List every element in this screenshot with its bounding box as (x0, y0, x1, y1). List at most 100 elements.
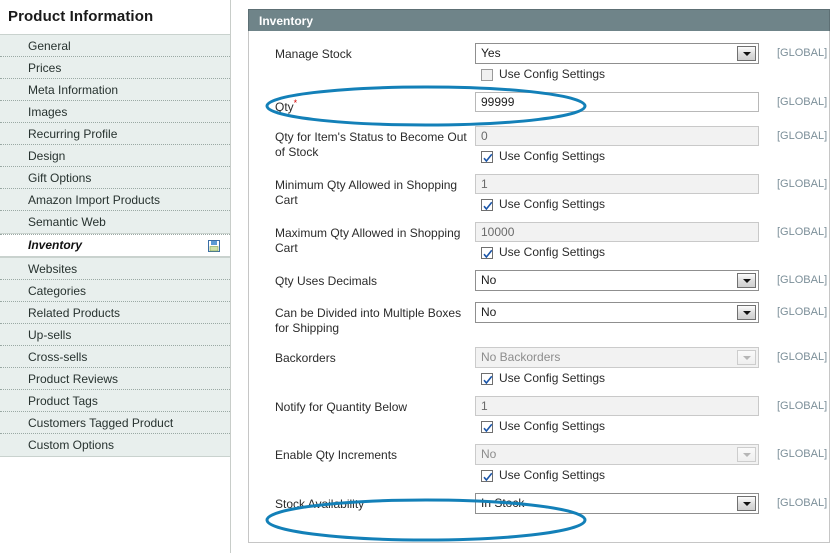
product-information-sidebar: Product Information General Prices Meta In… (0, 0, 231, 553)
field-label: Notify for Quantity Below (275, 396, 475, 415)
field-scope-label: [GLOBAL] (777, 226, 828, 238)
sidebar-item-label: Related Products (28, 306, 121, 320)
field-label-text: Can be Divided into Multiple Boxes for S… (275, 306, 462, 335)
use-config-settings-row[interactable]: Use Config Settings (475, 372, 761, 385)
sidebar-item-meta-information[interactable]: Meta Information (0, 79, 230, 101)
required-marker: * (293, 98, 298, 108)
sidebar-item-prices[interactable]: Prices (0, 57, 230, 79)
sidebar-item-recurring-profile[interactable]: Recurring Profile (0, 123, 230, 145)
field-control: No (475, 270, 761, 291)
sidebar-item-label: Customers Tagged Product (28, 416, 174, 430)
checkbox-use-config-settings[interactable] (481, 150, 493, 163)
checkbox-use-config-settings[interactable] (481, 469, 493, 482)
sidebar-item-custom-options[interactable]: Custom Options (0, 434, 230, 456)
sidebar-item-inventory[interactable]: Inventory (0, 234, 230, 257)
sidebar-item-product-reviews[interactable]: Product Reviews (0, 368, 230, 390)
field-control: Use Config Settings (475, 126, 761, 163)
field-control: No Use Config Settings (475, 444, 761, 482)
save-icon[interactable] (208, 239, 220, 252)
checkbox-use-config-settings[interactable] (481, 68, 493, 81)
inventory-panel-header: Inventory (248, 9, 830, 31)
use-config-settings-row[interactable]: Use Config Settings (475, 150, 761, 163)
chevron-down-icon[interactable] (737, 273, 756, 288)
field-label-text: Enable Qty Increments (275, 448, 398, 462)
sidebar-item-amazon-import-products[interactable]: Amazon Import Products (0, 189, 230, 211)
field-label-text: Minimum Qty Allowed in Shopping Cart (275, 178, 458, 207)
use-config-settings-row[interactable]: Use Config Settings (475, 246, 761, 259)
field-scope-label: [GLOBAL] (777, 351, 828, 363)
field-scope-label: [GLOBAL] (777, 96, 828, 108)
sidebar-item-product-tags[interactable]: Product Tags (0, 390, 230, 412)
field-label: Manage Stock (275, 43, 475, 62)
chevron-down-icon[interactable] (737, 46, 756, 61)
field-label: Qty for Item's Status to Become Out of S… (275, 126, 475, 160)
field-label: Can be Divided into Multiple Boxes for S… (275, 302, 475, 336)
field-control: No Backorders Use Config Settings (475, 347, 761, 385)
field-scope-label: [GLOBAL] (777, 448, 828, 460)
field-control: Yes Use Config Settings (475, 43, 761, 81)
select-stock-availability[interactable]: In Stock (475, 493, 759, 514)
sidebar-item-label: Up-sells (28, 328, 72, 342)
sidebar-item-label: Inventory (28, 238, 83, 252)
field-label-text: Manage Stock (275, 47, 352, 61)
field-label: Qty Uses Decimals (275, 270, 475, 289)
field-scope-label: [GLOBAL] (777, 400, 828, 412)
select-manage-stock[interactable]: Yes (475, 43, 759, 64)
sidebar-item-label: Cross-sells (28, 350, 88, 364)
sidebar-item-customers-tagged-product[interactable]: Customers Tagged Product (0, 412, 230, 434)
chevron-down-icon[interactable] (737, 305, 756, 320)
input-qty-for-item-s-status-to-become-out-of-stock (475, 126, 759, 146)
sidebar-item-cross-sells[interactable]: Cross-sells (0, 346, 230, 368)
select-can-be-divided-into-multiple-boxes-for-shipping[interactable]: No (475, 302, 759, 323)
use-config-settings-label: Use Config Settings (499, 245, 606, 259)
sidebar-item-categories[interactable]: Categories (0, 280, 230, 302)
field-label-text: Stock Availability (275, 497, 365, 511)
input-qty[interactable] (475, 92, 759, 112)
sidebar-item-gift-options[interactable]: Gift Options (0, 167, 230, 189)
sidebar-item-label: Prices (28, 61, 62, 75)
sidebar-item-label: Images (28, 105, 68, 119)
field-row-minimum-qty-allowed-in-shopping-cart: Minimum Qty Allowed in Shopping Cart Use … (249, 174, 829, 211)
sidebar-nav-top: General Prices Meta Information Images Recur… (0, 34, 230, 234)
select-value: No (481, 305, 497, 319)
field-row-stock-availability: Stock Availability In Stock [GLOBAL] (249, 493, 829, 514)
use-config-settings-row[interactable]: Use Config Settings (475, 68, 761, 81)
field-row-can-be-divided-into-multiple-boxes-for-shipping: Can be Divided into Multiple Boxes for S… (249, 302, 829, 336)
field-label: Stock Availability (275, 493, 475, 512)
use-config-settings-row[interactable]: Use Config Settings (475, 420, 761, 433)
sidebar-item-related-products[interactable]: Related Products (0, 302, 230, 324)
sidebar-item-design[interactable]: Design (0, 145, 230, 167)
field-label-text: Qty for Item's Status to Become Out of S… (275, 130, 467, 159)
sidebar-item-semantic-web[interactable]: Semantic Web (0, 211, 230, 233)
field-scope-label: [GLOBAL] (777, 178, 828, 190)
field-control: Use Config Settings (475, 222, 761, 259)
sidebar-item-general[interactable]: General (0, 35, 230, 57)
input-notify-for-quantity-below (475, 396, 759, 416)
chevron-down-icon (737, 447, 756, 462)
field-row-enable-qty-increments: Enable Qty Increments No Use Config Settin… (249, 444, 829, 482)
chevron-down-icon[interactable] (737, 496, 756, 511)
save-icon-glyph (208, 239, 220, 252)
checkbox-use-config-settings[interactable] (481, 372, 493, 385)
field-row-qty: Qty* [GLOBAL] (249, 92, 829, 115)
checkbox-use-config-settings[interactable] (481, 246, 493, 259)
use-config-settings-row[interactable]: Use Config Settings (475, 198, 761, 211)
sidebar-item-label: Categories (28, 284, 87, 298)
sidebar-item-label: Product Tags (28, 394, 98, 408)
select-value: Yes (481, 46, 501, 60)
sidebar-item-up-sells[interactable]: Up-sells (0, 324, 230, 346)
field-scope-label: [GLOBAL] (777, 497, 828, 509)
input-maximum-qty-allowed-in-shopping-cart (475, 222, 759, 242)
sidebar-nav-bottom: Websites Categories Related Products Up-sel… (0, 257, 230, 457)
check-icon (483, 153, 493, 162)
sidebar-item-label: Product Reviews (28, 372, 119, 386)
sidebar-item-websites[interactable]: Websites (0, 258, 230, 280)
field-control: Use Config Settings (475, 174, 761, 211)
select-qty-uses-decimals[interactable]: No (475, 270, 759, 291)
use-config-settings-row[interactable]: Use Config Settings (475, 469, 761, 482)
sidebar-item-images[interactable]: Images (0, 101, 230, 123)
checkbox-use-config-settings[interactable] (481, 420, 493, 433)
use-config-settings-label: Use Config Settings (499, 149, 606, 163)
use-config-settings-label: Use Config Settings (499, 371, 606, 385)
checkbox-use-config-settings[interactable] (481, 198, 493, 211)
